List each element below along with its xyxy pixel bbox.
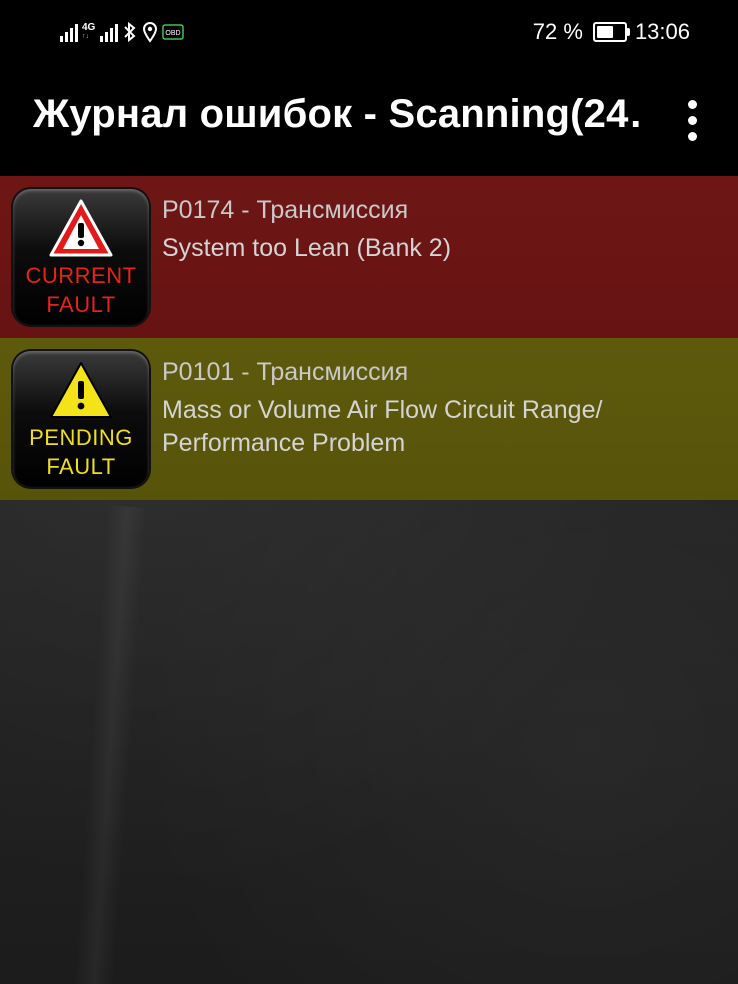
warning-triangle-icon — [50, 362, 112, 418]
fault-description: System too Lean (Bank 2) — [162, 234, 452, 262]
battery-percent: 72 % — [532, 19, 583, 44]
fault-code: P0174 - Трансмиссия — [162, 196, 409, 224]
obd-icon: OBD — [162, 23, 185, 41]
badge-line-1: PENDING — [29, 425, 133, 450]
bluetooth-icon — [122, 21, 138, 43]
status-icons-left: 4G ↑↓ OBD — [60, 18, 185, 46]
pending-fault-badge: PENDING FAULT — [13, 351, 149, 487]
signal-4g-icon: 4G ↑↓ — [82, 22, 96, 41]
current-fault-badge: CURRENT FAULT — [13, 189, 149, 325]
badge-line-1: CURRENT — [25, 263, 137, 288]
svg-text:OBD: OBD — [166, 30, 181, 37]
fault-description: Mass or Volume Air Flow Circuit Range/ P… — [162, 396, 603, 457]
fault-list: CURRENT FAULT P0174 - Трансмиссия System… — [0, 176, 738, 984]
battery-fill — [596, 26, 613, 38]
fault-row-current[interactable]: CURRENT FAULT P0174 - Трансмиссия System… — [0, 176, 738, 338]
page-title: Журнал ошибок - Scanning(24… — [33, 92, 643, 136]
fault-row-pending[interactable]: PENDING FAULT P0101 - Трансмиссия Mass o… — [0, 338, 738, 500]
badge-line-2: FAULT — [46, 292, 116, 317]
warning-triangle-icon — [49, 199, 113, 257]
more-vert-icon[interactable] — [670, 92, 714, 148]
status-icons-right: 72 % 13:06 — [533, 16, 690, 48]
app-bar: Журнал ошибок - Scanning(24… — [0, 64, 738, 176]
signal-2-icon — [100, 22, 119, 42]
clock: 13:06 — [634, 19, 690, 44]
status-bar: 4G ↑↓ OBD 72 % 13:06 — [0, 0, 738, 64]
signal-icon — [60, 22, 78, 42]
battery-icon — [592, 22, 630, 42]
location-icon — [142, 21, 158, 43]
fault-code: P0101 - Трансмиссия — [162, 358, 409, 386]
badge-line-2: FAULT — [46, 454, 116, 479]
